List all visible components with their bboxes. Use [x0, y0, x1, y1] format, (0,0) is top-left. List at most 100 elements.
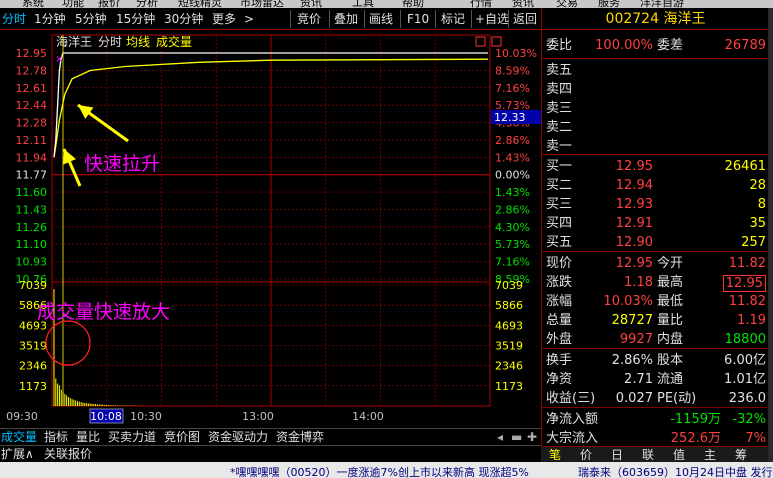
fundamental-row: 收益(三) 0.027 PE(动) 236.0: [542, 389, 769, 408]
menu-item[interactable]: 系统: [22, 0, 44, 8]
pct-tick-label: 4.30%: [495, 221, 530, 234]
bid-row[interactable]: 买一 12.95 26461: [542, 157, 769, 176]
menu-item[interactable]: 市场雷达: [240, 0, 284, 8]
menu-item[interactable]: 洋洋自游: [640, 0, 684, 8]
news-ticker[interactable]: *嘿嘿嘿嘿（00520）一度涨逾7%创上市以来新高 现涨超5% 瑞泰来（6036…: [0, 462, 773, 478]
chart-stock-name: 海洋王: [56, 34, 92, 49]
detail-tab[interactable]: 主: [704, 447, 716, 463]
price-tick-label: 12.95: [16, 47, 48, 60]
add-watchlist-button[interactable]: +自选: [475, 11, 509, 27]
tab-minus-icon[interactable]: ▬: [511, 430, 522, 445]
bid-row[interactable]: 买二 12.94 28: [542, 176, 769, 195]
cursor-time-label: 10:08: [90, 410, 122, 423]
bid-price: 12.95: [615, 159, 653, 174]
menu-item[interactable]: 服务: [598, 0, 620, 8]
detail-tab[interactable]: 价: [580, 447, 592, 463]
bid-row[interactable]: 买四 12.91 35: [542, 214, 769, 233]
stat-label: 今开: [657, 256, 684, 271]
pct-tick-label: 10.03%: [495, 47, 537, 60]
toolbar-divider: [329, 10, 330, 28]
detail-tab[interactable]: 联: [642, 447, 654, 463]
ticker-item[interactable]: *嘿嘿嘿嘿（00520）一度涨逾7%创上市以来新高 现涨超5%: [230, 464, 529, 478]
tab-scroll-left-icon[interactable]: ◂: [497, 430, 503, 445]
expand-button[interactable]: 扩展∧: [1, 447, 34, 462]
stat-value: 1.19: [737, 313, 766, 328]
tab-fund-game[interactable]: 资金博弈: [276, 430, 324, 445]
auction-button[interactable]: 竞价: [297, 11, 321, 27]
ask-row[interactable]: 卖二: [542, 118, 769, 137]
menu-item[interactable]: 交易: [556, 0, 578, 8]
tab-1min[interactable]: 1分钟: [34, 11, 66, 27]
stat-label: 总量: [546, 313, 573, 328]
intraday-chart[interactable]: 海洋王 分时 均线 成交量 12.95 10.03% 12.78 8.59% 12.61 7.16…: [0, 31, 541, 426]
ask-row[interactable]: 卖四: [542, 80, 769, 99]
tab-30min[interactable]: 30分钟: [164, 11, 203, 27]
menu-item[interactable]: 工具: [352, 0, 374, 8]
stat-value: 12.95: [722, 275, 766, 292]
tab-fund-drive[interactable]: 资金驱动力: [208, 430, 268, 445]
menu-item[interactable]: 报价: [98, 0, 120, 8]
tab-5min[interactable]: 5分钟: [75, 11, 107, 27]
vertical-scrollbar[interactable]: [768, 8, 773, 462]
menu-item[interactable]: 行情: [470, 0, 492, 8]
fundamental-label: 收益(三): [546, 391, 596, 406]
ask-label: 卖二: [546, 120, 573, 135]
divider: [542, 58, 769, 59]
tab-auction-chart[interactable]: 竞价图: [164, 430, 200, 445]
volume-tick-label-right: 5866: [495, 299, 523, 312]
price-tick-label: 12.11: [16, 134, 48, 147]
bid-row[interactable]: 买三 12.93 8: [542, 195, 769, 214]
menu-item[interactable]: 分析: [136, 0, 158, 8]
ask-row[interactable]: 卖三: [542, 99, 769, 118]
stat-value: 28727: [611, 313, 653, 328]
detail-tab[interactable]: 筹: [735, 447, 747, 463]
toolbar-divider: [435, 10, 436, 28]
period-toolbar: 分时 1分钟 5分钟 15分钟 30分钟 更多 > 竞价 叠加 画线 F10 标…: [0, 8, 541, 30]
toolbar-next-arrow[interactable]: >: [244, 11, 254, 27]
ask-label: 卖四: [546, 82, 573, 97]
divider: [542, 154, 769, 155]
tab-volume[interactable]: 成交量: [1, 430, 37, 445]
menu-item[interactable]: 短线精灵: [178, 0, 222, 8]
menu-item[interactable]: 资讯: [300, 0, 322, 8]
tab-15min[interactable]: 15分钟: [116, 11, 155, 27]
mark-button[interactable]: 标记: [441, 11, 465, 27]
tab-plus-icon[interactable]: ✚: [527, 430, 537, 445]
draw-line-button[interactable]: 画线: [369, 11, 393, 27]
volume-tick-label-right: 7039: [495, 279, 523, 292]
bid-price: 12.94: [615, 178, 653, 193]
chart-close-icon[interactable]: [475, 36, 486, 47]
menu-item[interactable]: 帮助: [402, 0, 424, 8]
ask-row[interactable]: 卖五: [542, 61, 769, 80]
menu-item[interactable]: 资讯: [512, 0, 534, 8]
fundamental-value: 236.0: [728, 391, 766, 406]
f10-button[interactable]: F10: [407, 11, 429, 27]
price-tick-label: 12.44: [16, 99, 48, 112]
toolbar-divider: [364, 10, 365, 28]
back-button[interactable]: 返回: [513, 11, 537, 27]
related-quotes-tab[interactable]: 关联报价: [44, 447, 92, 462]
stat-row: 现价 12.95 今开 11.82: [542, 254, 769, 273]
divider: [542, 348, 769, 349]
weicha-label: 委差: [657, 38, 684, 53]
bid-label: 买三: [546, 197, 573, 212]
detail-tab[interactable]: 值: [673, 447, 685, 463]
ticker-item[interactable]: 瑞泰来（603659）10月24日中盘 发行: [578, 464, 772, 478]
bid-row[interactable]: 买五 12.90 257: [542, 233, 769, 252]
bid-label: 买四: [546, 216, 573, 231]
overlay-button[interactable]: 叠加: [334, 11, 358, 27]
tab-buy-sell-power[interactable]: 买卖力道: [108, 430, 156, 445]
stat-label: 内盘: [657, 332, 684, 347]
stat-value: 12.95: [615, 256, 653, 271]
detail-tab[interactable]: 日: [611, 447, 623, 463]
tab-volume-ratio[interactable]: 量比: [76, 430, 100, 445]
bid-volume: 8: [757, 197, 766, 212]
tab-more[interactable]: 更多: [212, 11, 236, 27]
menu-item[interactable]: 功能: [62, 0, 84, 8]
fundamental-label: 换手: [546, 353, 573, 368]
chart-toggle-icon[interactable]: [491, 36, 502, 47]
detail-tab[interactable]: 笔: [549, 447, 561, 463]
bid-label: 买一: [546, 159, 573, 174]
tab-timeshare[interactable]: 分时: [2, 11, 26, 27]
tab-indicator[interactable]: 指标: [44, 430, 68, 445]
